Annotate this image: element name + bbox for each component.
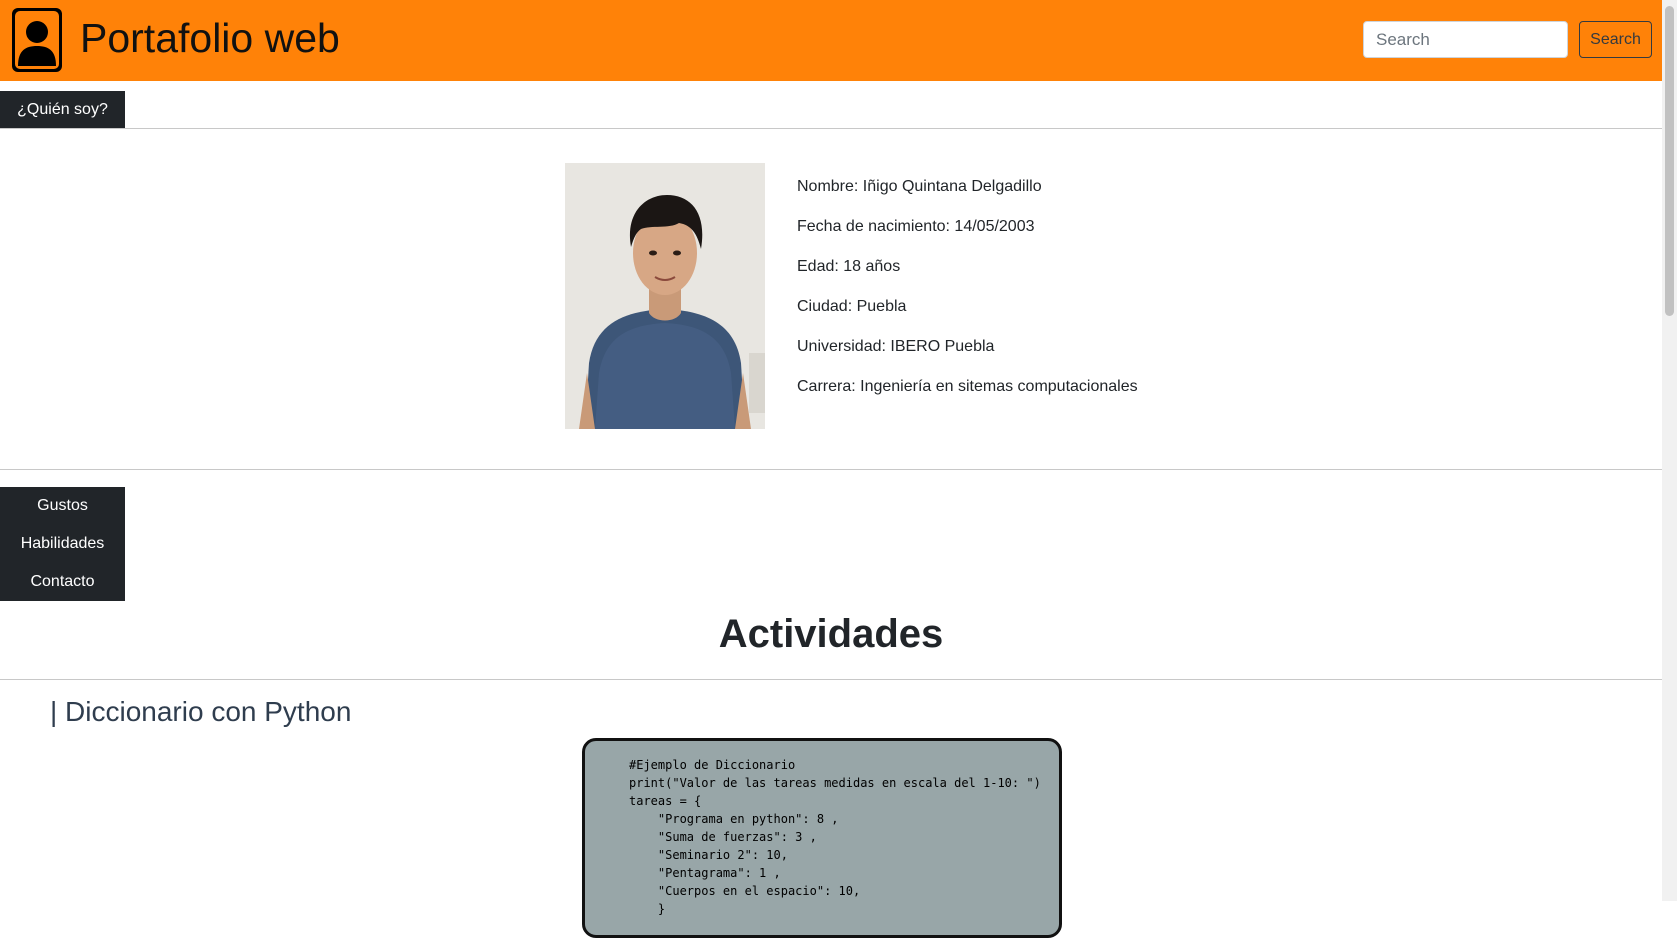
scrollbar[interactable]	[1662, 0, 1677, 901]
code-content: #Ejemplo de Diccionario print("Valor de …	[629, 758, 1041, 916]
search-button[interactable]: Search	[1579, 21, 1652, 58]
scrollbar-thumb[interactable]	[1665, 6, 1674, 316]
info-ciudad: Ciudad: Puebla	[797, 298, 907, 315]
search-input[interactable]	[1363, 21, 1568, 58]
menu-item-gustos[interactable]: Gustos	[0, 487, 125, 525]
info-edad: Edad: 18 años	[797, 258, 901, 275]
info-fecha-nacimiento: Fecha de nacimiento: 14/05/2003	[797, 218, 1035, 235]
divider	[0, 679, 1662, 680]
divider	[0, 469, 1662, 470]
menu-item-habilidades[interactable]: Habilidades	[0, 525, 125, 563]
navbar: Portafolio web Search	[0, 0, 1662, 81]
menu-item-contacto[interactable]: Contacto	[0, 563, 125, 601]
info-nombre: Nombre: Iñigo Quintana Delgadillo	[797, 178, 1042, 195]
brand-title[interactable]: Portafolio web	[80, 12, 340, 64]
info-carrera: Carrera: Ingeniería en sitemas computaci…	[797, 378, 1138, 395]
code-block: #Ejemplo de Diccionario print("Valor de …	[582, 738, 1062, 938]
section-title: Actividades	[718, 612, 944, 656]
side-menu: Gustos Habilidades Contacto	[0, 487, 125, 601]
tab-quien-soy[interactable]: ¿Quién soy?	[0, 91, 125, 129]
info-universidad: Universidad: IBERO Puebla	[797, 338, 995, 355]
divider	[0, 128, 1662, 129]
user-avatar-icon[interactable]	[12, 8, 62, 72]
activity-subtitle: | Diccionario con Python	[50, 696, 352, 727]
profile-photo	[565, 163, 765, 429]
